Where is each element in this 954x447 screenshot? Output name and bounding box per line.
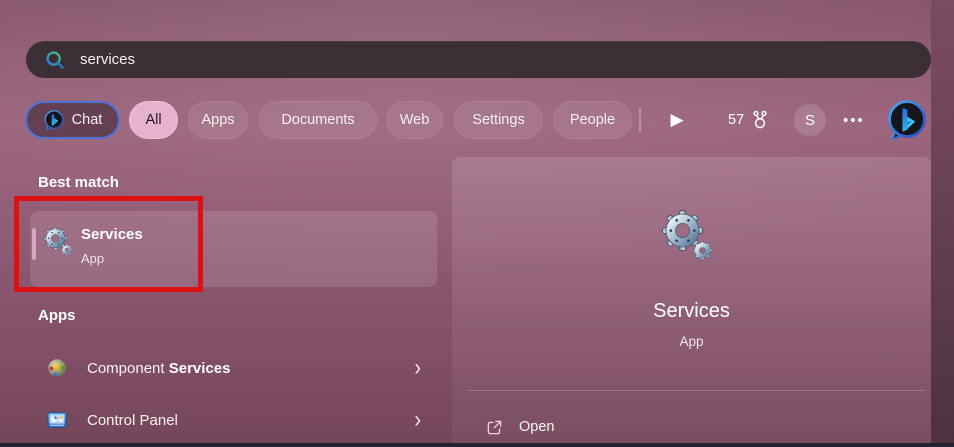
- preview-panel: Services App Open: [452, 157, 931, 447]
- list-item-label: Control Panel: [87, 412, 178, 429]
- best-match-header: Best match: [38, 174, 119, 191]
- component-services-icon: [46, 357, 68, 379]
- tab-apps-label: Apps: [201, 112, 234, 128]
- tab-apps[interactable]: Apps: [188, 101, 248, 139]
- tab-settings[interactable]: Settings: [454, 101, 543, 139]
- chevron-right-icon[interactable]: ›: [414, 356, 421, 380]
- tab-settings-label: Settings: [472, 112, 524, 128]
- tab-documents-label: Documents: [281, 112, 354, 128]
- rewards-count: 57: [728, 112, 744, 128]
- tab-chat[interactable]: Chat: [25, 101, 120, 139]
- tabs-overflow-separator: [639, 108, 641, 132]
- tab-people[interactable]: People: [553, 101, 632, 139]
- taskbar-edge: [0, 443, 954, 447]
- play-icon[interactable]: ▶: [662, 101, 692, 139]
- more-glyph: •••: [843, 112, 865, 129]
- search-bar[interactable]: services: [26, 41, 931, 78]
- open-external-icon: [486, 419, 503, 436]
- tab-documents[interactable]: Documents: [259, 101, 377, 139]
- bing-chat-icon: [43, 109, 65, 131]
- tab-all[interactable]: All: [129, 101, 178, 139]
- rewards-counter[interactable]: 57: [728, 101, 770, 139]
- services-gears-icon-large: [659, 207, 717, 265]
- list-item-control-panel[interactable]: Control Panel ›: [30, 398, 437, 442]
- open-action[interactable]: Open: [468, 404, 918, 447]
- tab-web[interactable]: Web: [386, 101, 443, 139]
- apps-section-header: Apps: [38, 307, 76, 324]
- control-panel-icon: [46, 409, 68, 431]
- preview-title: Services: [452, 300, 931, 323]
- user-avatar[interactable]: S: [794, 104, 826, 136]
- tab-all-label: All: [145, 112, 161, 128]
- tab-web-label: Web: [400, 112, 430, 128]
- tab-people-label: People: [570, 112, 615, 128]
- divider: [468, 390, 925, 391]
- search-icon: [44, 49, 66, 71]
- desktop-wallpaper-strip: [931, 0, 954, 447]
- chevron-right-icon[interactable]: ›: [414, 408, 421, 432]
- preview-subtitle: App: [452, 334, 931, 349]
- tab-chat-label: Chat: [72, 112, 103, 128]
- bing-logo-icon[interactable]: [885, 98, 929, 142]
- more-options-icon[interactable]: •••: [843, 101, 865, 139]
- list-item-label: Component Services: [87, 360, 230, 377]
- search-input[interactable]: services: [80, 51, 135, 68]
- open-label: Open: [519, 419, 554, 435]
- avatar-initial: S: [805, 112, 815, 129]
- red-annotation-box: [14, 196, 203, 292]
- play-glyph: ▶: [670, 110, 683, 130]
- rewards-medal-icon: [750, 110, 770, 130]
- start-search-flyout: services Chat All Apps Documents Web Set…: [0, 0, 954, 447]
- list-item-component-services[interactable]: Component Services ›: [30, 346, 437, 390]
